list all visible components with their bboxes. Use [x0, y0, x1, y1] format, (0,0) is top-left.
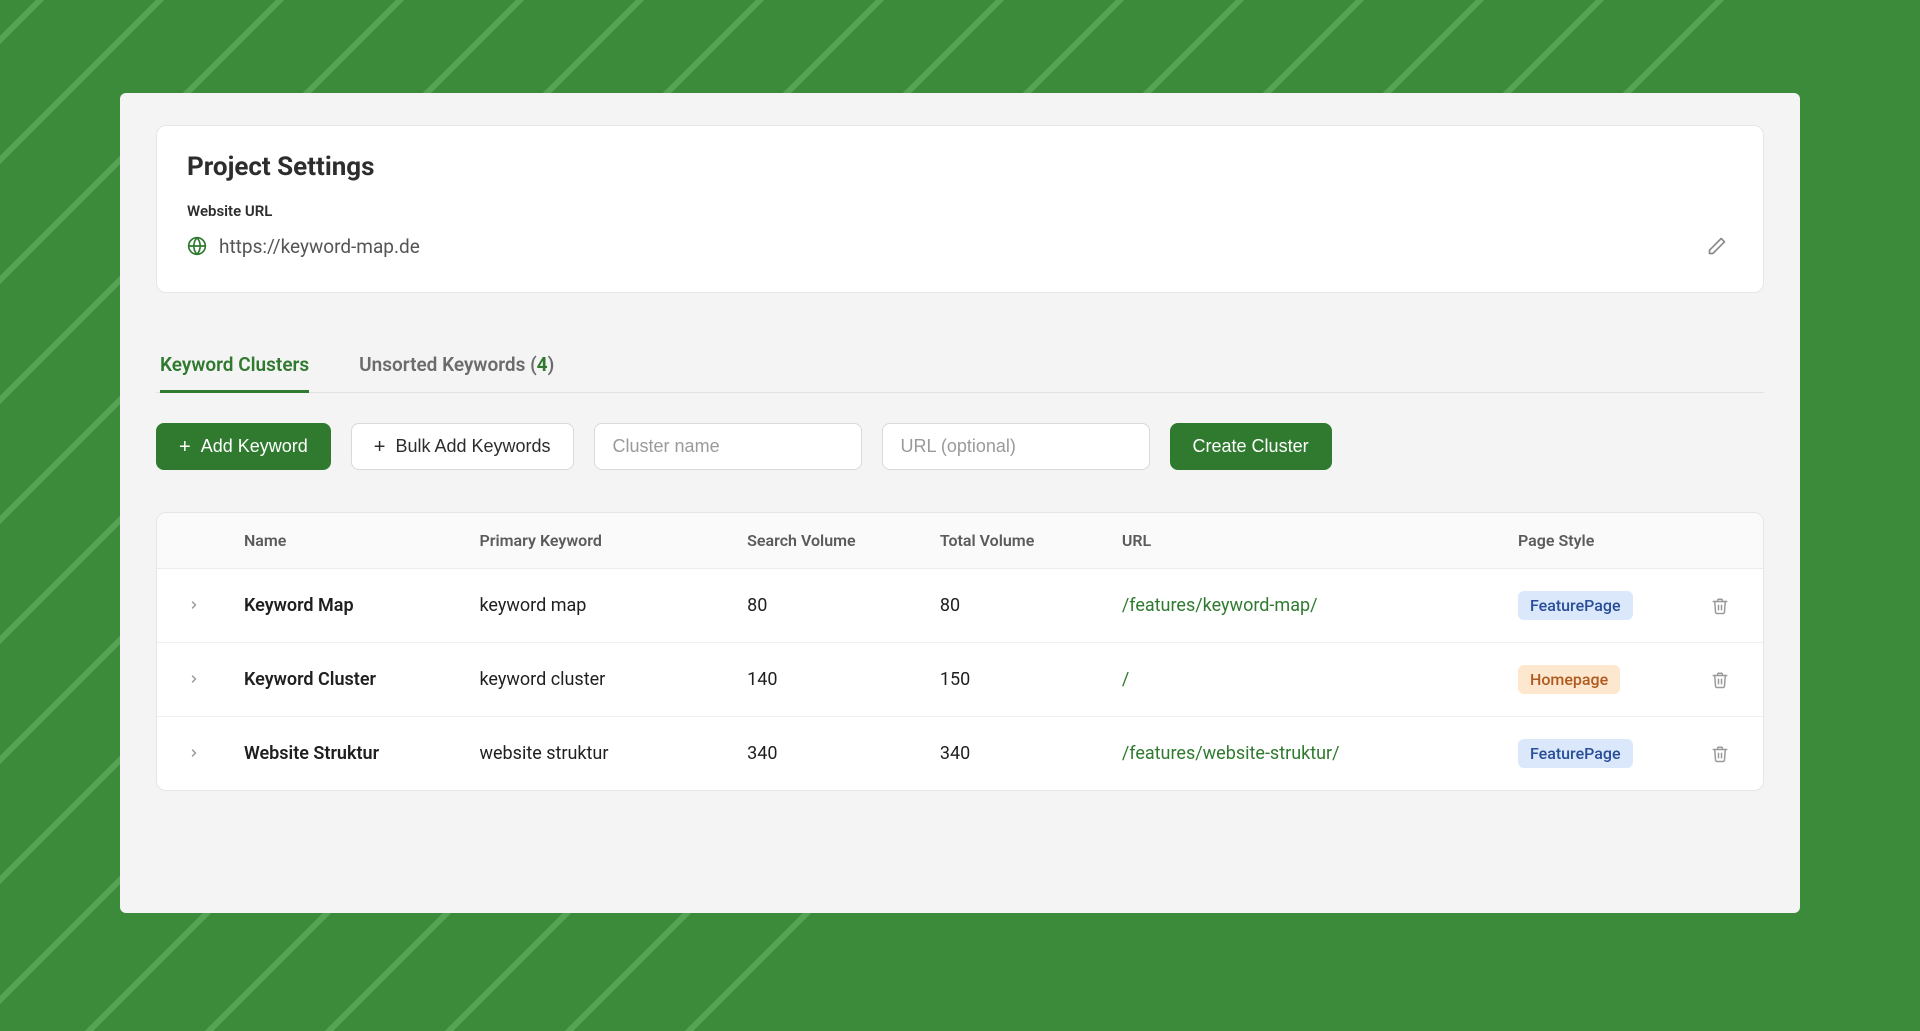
cell-total-volume: 150: [928, 643, 1110, 717]
plus-icon: +: [179, 437, 191, 457]
tab-unsorted-keywords[interactable]: Unsorted Keywords (4): [359, 353, 554, 393]
cell-name: Keyword Map: [232, 569, 468, 643]
cell-primary-keyword: keyword map: [467, 569, 735, 643]
tab-keyword-clusters[interactable]: Keyword Clusters: [160, 353, 309, 393]
cell-primary-keyword: website struktur: [467, 717, 735, 791]
cell-total-volume: 80: [928, 569, 1110, 643]
trash-icon[interactable]: [1711, 671, 1751, 689]
cluster-name-input[interactable]: [594, 423, 862, 470]
table-row: Keyword Mapkeyword map8080/features/keyw…: [157, 569, 1763, 643]
website-url-label: Website URL: [187, 202, 1733, 220]
trash-icon[interactable]: [1711, 597, 1751, 615]
tab-count: 4: [537, 353, 548, 376]
add-keyword-button[interactable]: + Add Keyword: [156, 423, 331, 470]
cell-url[interactable]: /features/keyword-map/: [1122, 595, 1318, 616]
table-row: Keyword Clusterkeyword cluster140150 / Hom…: [157, 643, 1763, 717]
button-label: Create Cluster: [1193, 436, 1309, 457]
page-style-badge: FeaturePage: [1518, 591, 1633, 620]
cell-url[interactable]: /: [1122, 669, 1129, 690]
cell-search-volume: 80: [735, 569, 928, 643]
table-row: Website Strukturwebsite struktur340340/f…: [157, 717, 1763, 791]
edit-url-button[interactable]: [1701, 230, 1733, 262]
globe-icon: [187, 236, 207, 256]
page-style-badge: Homepage: [1518, 665, 1620, 694]
tabs: Keyword Clusters Unsorted Keywords (4): [156, 353, 1764, 393]
col-page-style: Page Style: [1506, 513, 1699, 569]
col-actions: [1699, 513, 1763, 569]
plus-icon: +: [374, 437, 386, 457]
website-url-value: https://keyword-map.de: [219, 235, 420, 258]
cell-primary-keyword: keyword cluster: [467, 643, 735, 717]
create-cluster-button[interactable]: Create Cluster: [1170, 423, 1332, 470]
col-expand: [157, 513, 232, 569]
chevron-right-icon[interactable]: [188, 747, 200, 759]
tab-label-prefix: Unsorted Keywords (: [359, 353, 537, 376]
project-settings-card: Project Settings Website URL https://key…: [156, 125, 1764, 293]
button-label: Bulk Add Keywords: [395, 436, 550, 457]
bulk-add-keywords-button[interactable]: + Bulk Add Keywords: [351, 423, 574, 470]
trash-icon[interactable]: [1711, 745, 1751, 763]
page-style-badge: FeaturePage: [1518, 739, 1633, 768]
chevron-right-icon[interactable]: [188, 599, 200, 611]
tab-label: Keyword Clusters: [160, 353, 309, 376]
cell-search-volume: 340: [735, 717, 928, 791]
toolbar: + Add Keyword + Bulk Add Keywords Create…: [156, 423, 1764, 470]
col-url: URL: [1110, 513, 1506, 569]
cell-name: Keyword Cluster: [232, 643, 468, 717]
tab-label-suffix: ): [548, 353, 555, 376]
cell-name: Website Struktur: [232, 717, 468, 791]
col-name: Name: [232, 513, 468, 569]
cluster-url-input[interactable]: [882, 423, 1150, 470]
pencil-icon: [1707, 236, 1727, 256]
chevron-right-icon[interactable]: [188, 673, 200, 685]
page-title: Project Settings: [187, 152, 1733, 182]
cell-total-volume: 340: [928, 717, 1110, 791]
cell-url[interactable]: /features/website-struktur/: [1122, 743, 1340, 764]
button-label: Add Keyword: [201, 436, 308, 457]
clusters-table: Name Primary Keyword Search Volume Total…: [156, 512, 1764, 791]
col-search-volume: Search Volume: [735, 513, 928, 569]
cell-search-volume: 140: [735, 643, 928, 717]
app-frame: Project Settings Website URL https://key…: [120, 93, 1800, 913]
col-primary-keyword: Primary Keyword: [467, 513, 735, 569]
col-total-volume: Total Volume: [928, 513, 1110, 569]
